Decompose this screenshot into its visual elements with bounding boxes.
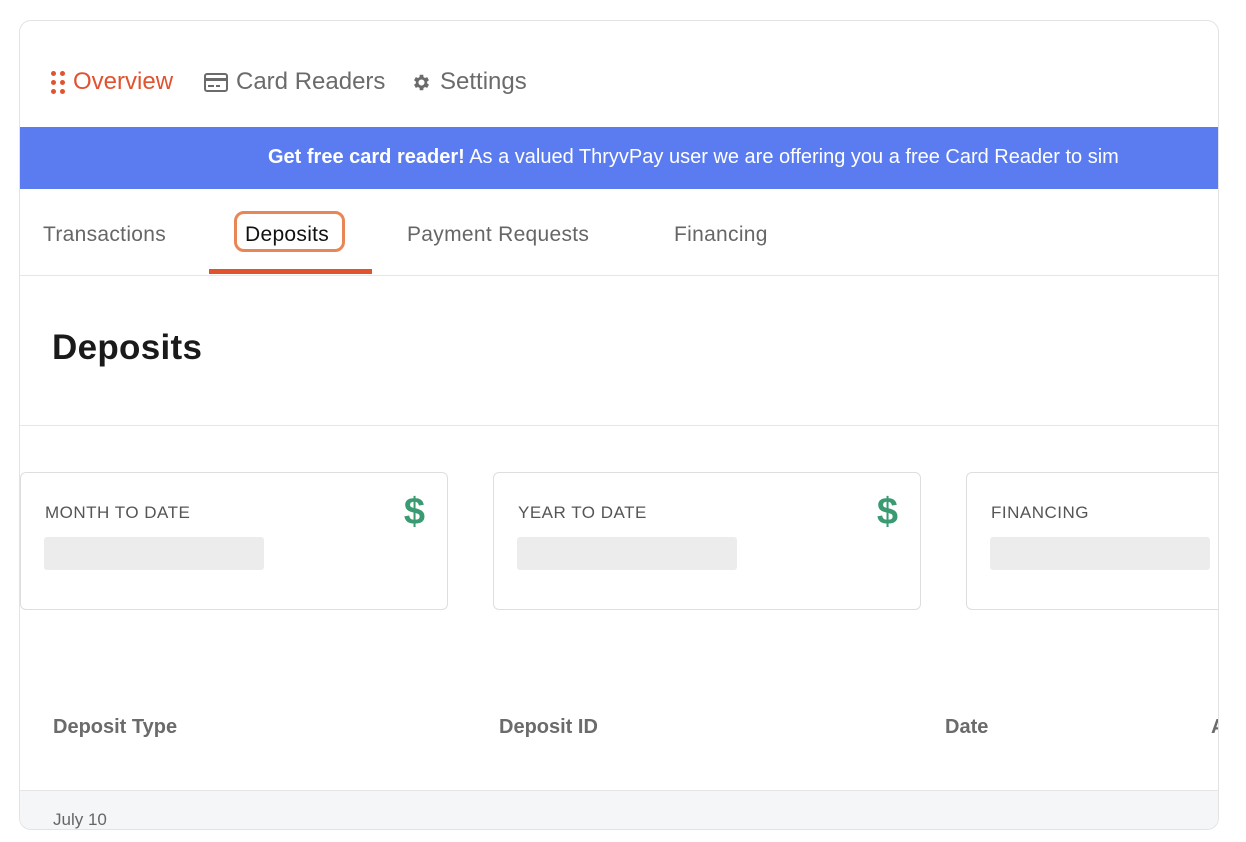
title-area: Deposits	[20, 276, 1218, 426]
stat-month-to-date: MONTH TO DATE $	[20, 472, 448, 610]
stat-financing: FINANCING	[966, 472, 1218, 610]
loading-skeleton	[44, 537, 264, 570]
tab-payment-requests[interactable]: Payment Requests	[407, 223, 589, 247]
page-title: Deposits	[52, 328, 203, 367]
active-tab-indicator	[209, 269, 372, 274]
group-date-label: July 10	[53, 810, 107, 829]
dollar-icon: $	[403, 491, 425, 533]
grid-dots-icon	[51, 71, 65, 94]
tab-financing[interactable]: Financing	[674, 223, 768, 247]
top-nav: Overview Card Readers Settings	[20, 21, 1218, 127]
loading-skeleton	[990, 537, 1210, 570]
stat-label: YEAR TO DATE	[518, 503, 647, 522]
column-header-deposit-type[interactable]: Deposit Type	[53, 716, 177, 739]
stat-label: FINANCING	[991, 503, 1089, 522]
gear-icon	[411, 72, 432, 93]
nav-overview[interactable]: Overview	[51, 68, 173, 96]
promo-banner[interactable]: Get free card reader! As a valued ThryvP…	[20, 127, 1218, 189]
banner-text: As a valued ThryvPay user we are offerin…	[464, 146, 1119, 168]
tab-transactions[interactable]: Transactions	[43, 223, 166, 247]
column-header-date[interactable]: Date	[945, 716, 988, 739]
nav-card-readers-label: Card Readers	[236, 68, 386, 95]
main-card: Overview Card Readers Settings Get free …	[19, 20, 1219, 830]
stat-year-to-date: YEAR TO DATE $	[493, 472, 921, 610]
dollar-icon: $	[876, 491, 898, 533]
loading-skeleton	[517, 537, 737, 570]
sub-tabs: Transactions Deposits Payment Requests F…	[20, 189, 1218, 276]
stat-label: MONTH TO DATE	[45, 503, 191, 522]
nav-settings[interactable]: Settings	[411, 68, 527, 96]
tab-deposits[interactable]: Deposits	[245, 223, 329, 247]
table-group-row: July 10	[20, 790, 1218, 829]
banner-bold-text: Get free card reader!	[268, 146, 465, 168]
nav-card-readers[interactable]: Card Readers	[204, 68, 385, 96]
credit-card-icon	[204, 72, 228, 92]
column-header-amount[interactable]: A	[1211, 716, 1218, 739]
nav-overview-label: Overview	[73, 68, 174, 95]
nav-settings-label: Settings	[440, 68, 527, 95]
column-header-deposit-id[interactable]: Deposit ID	[499, 716, 598, 739]
